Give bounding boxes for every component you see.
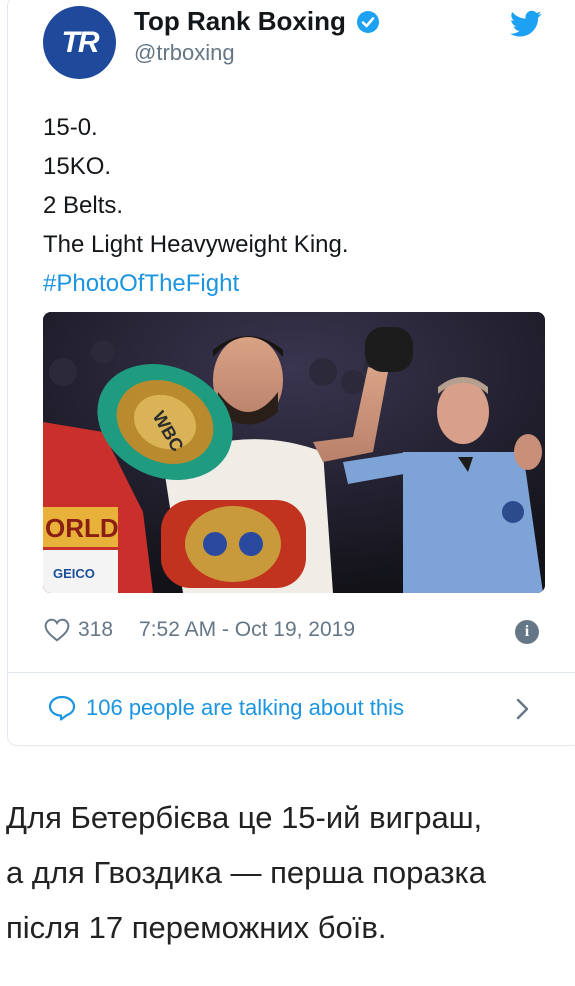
speech-bubble-icon [48,695,76,721]
article-caption: Для Бетербієва це 15-ий виграш, а для Гв… [6,790,486,955]
tweet-line: The Light Heavyweight King. [43,231,349,258]
chevron-right-icon[interactable] [514,696,532,722]
ring-sign-text: ORLD [45,513,119,543]
author-name[interactable]: Top Rank Boxing [134,6,346,37]
tweet-text: 15-0. 15KO. 2 Belts. The Light Heavyweig… [43,108,349,303]
info-icon[interactable]: i [515,620,539,644]
caption-line: а для Гвоздика — перша поразка [6,855,486,890]
tweet-line: 15KO. [43,153,112,180]
divider [7,672,575,673]
caption-line: після 17 переможних боїв. [6,910,387,945]
tweet-meta: 318 7:52 AM - Oct 19, 2019 [44,618,355,642]
author-name-row[interactable]: Top Rank Boxing [134,6,380,37]
avatar-logo-text: TR [61,25,100,59]
boxing-photo: ORLD GEICO WBC [43,312,545,593]
conversation-text[interactable]: 106 people are talking about this [86,695,404,721]
verified-icon [356,10,379,33]
tweet-timestamp[interactable]: 7:52 AM - Oct 19, 2019 [139,618,355,642]
tweet-photo[interactable]: ORLD GEICO WBC [43,312,545,593]
like-count[interactable]: 318 [78,618,113,642]
tweet-line: 15-0. [43,114,98,141]
author-handle[interactable]: @trboxing [134,40,235,66]
caption-line: Для Бетербієва це 15-ий виграш, [6,800,483,835]
tweet-line: 2 Belts. [43,192,124,219]
sponsor-text: GEICO [53,566,95,581]
hashtag-link[interactable]: #PhotoOfTheFight [43,264,349,303]
twitter-bird-icon[interactable] [510,10,542,38]
heart-icon[interactable] [44,618,70,642]
conversation-link[interactable]: 106 people are talking about this [48,695,404,721]
avatar[interactable]: TR [43,6,116,79]
